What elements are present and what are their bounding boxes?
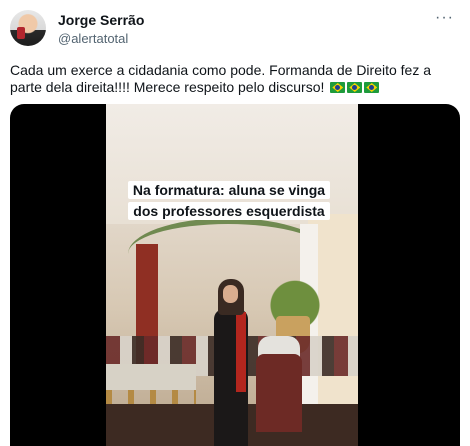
head-table <box>106 364 196 390</box>
tweet-text: Cada um exerce a cidadania como pode. Fo… <box>10 62 460 96</box>
tweet-video[interactable]: Na formatura: aluna se vinga dos profess… <box>10 104 460 446</box>
video-caption: Na formatura: aluna se vinga dos profess… <box>120 180 338 222</box>
more-horizontal-icon[interactable]: ··· <box>435 9 454 27</box>
brazil-flag-icon <box>330 82 346 93</box>
author-handle[interactable]: @alertatotal <box>58 31 128 46</box>
author-name[interactable]: Jorge Serrão <box>58 12 144 28</box>
author-avatar[interactable] <box>10 10 46 46</box>
microphone-icon <box>17 27 25 39</box>
video-frame[interactable]: Na formatura: aluna se vinga dos profess… <box>106 104 358 446</box>
brazil-flag-icon <box>347 82 363 93</box>
video-caption-line1: Na formatura: aluna se vinga <box>127 181 331 199</box>
speaker-stole <box>236 312 246 392</box>
speaker-face <box>223 285 238 303</box>
red-chair <box>256 354 302 432</box>
video-caption-line2: dos professores esquerdista <box>128 202 330 220</box>
brazil-flag-icon <box>364 82 380 93</box>
